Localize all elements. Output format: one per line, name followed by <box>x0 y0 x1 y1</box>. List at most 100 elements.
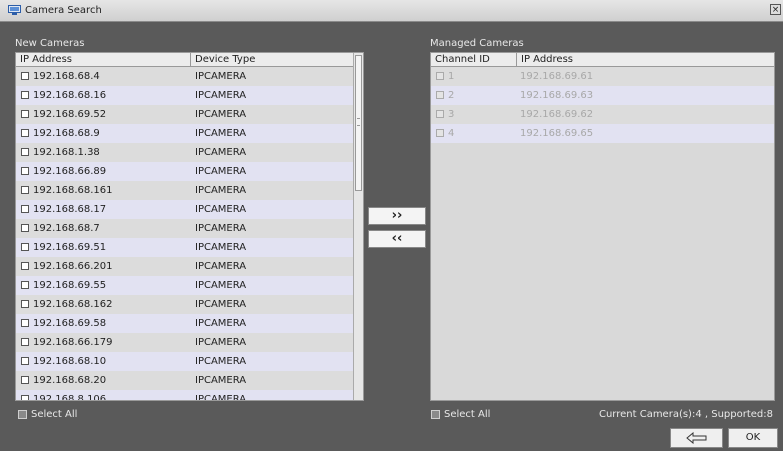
managed-cameras-header: Channel ID IP Address <box>431 53 774 67</box>
new-camera-row-checkbox[interactable] <box>21 319 29 327</box>
managed-camera-row-col2: 192.168.69.65 <box>520 128 594 139</box>
new-camera-row-col1: 192.168.8.106 <box>33 394 107 401</box>
new-camera-row-col2: IPCAMERA <box>195 337 247 348</box>
back-button[interactable] <box>670 428 723 448</box>
new-camera-row-col1: 192.168.66.179 <box>33 337 113 348</box>
managed-camera-row-col1: 1 <box>448 71 455 82</box>
add-camera-button[interactable]: ›› <box>368 207 426 225</box>
new-camera-row[interactable]: 192.168.68.161 IPCAMERA <box>16 181 354 200</box>
new-camera-row-checkbox[interactable] <box>21 129 29 137</box>
new-camera-row-col1: 192.168.68.162 <box>33 299 113 310</box>
new-camera-row-checkbox[interactable] <box>21 281 29 289</box>
new-camera-row-col1: 192.168.68.7 <box>33 223 100 234</box>
new-camera-row-col2: IPCAMERA <box>195 128 247 139</box>
new-camera-row[interactable]: 192.168.68.4 IPCAMERA <box>16 67 354 86</box>
managed-camera-row-col1: 3 <box>448 109 455 120</box>
new-select-all-checkbox[interactable] <box>18 410 27 419</box>
managed-select-all-label: Select All <box>444 409 491 420</box>
new-camera-row-checkbox[interactable] <box>21 167 29 175</box>
new-camera-row-checkbox[interactable] <box>21 148 29 156</box>
column-managed-ip-address[interactable]: IP Address <box>517 53 774 66</box>
new-camera-row-col1: 192.168.68.20 <box>33 375 107 386</box>
new-camera-row-col1: 192.168.66.89 <box>33 166 107 177</box>
new-camera-row[interactable]: 192.168.69.52 IPCAMERA <box>16 105 354 124</box>
new-camera-row-checkbox[interactable] <box>21 262 29 270</box>
new-camera-row-col2: IPCAMERA <box>195 318 247 329</box>
new-camera-row-col1: 192.168.68.17 <box>33 204 107 215</box>
back-arrow-icon <box>685 431 706 445</box>
remove-camera-button[interactable]: ‹‹ <box>368 230 426 248</box>
managed-camera-row-checkbox[interactable] <box>436 91 444 99</box>
new-camera-row-checkbox[interactable] <box>21 338 29 346</box>
managed-camera-row[interactable]: 1 192.168.69.61 <box>431 67 774 86</box>
new-camera-row-checkbox[interactable] <box>21 243 29 251</box>
new-camera-row[interactable]: 192.168.1.38 IPCAMERA <box>16 143 354 162</box>
new-camera-row[interactable]: 192.168.66.201 IPCAMERA <box>16 257 354 276</box>
new-camera-row-checkbox[interactable] <box>21 205 29 213</box>
new-camera-row[interactable]: 192.168.68.10 IPCAMERA <box>16 352 354 371</box>
new-camera-row-checkbox[interactable] <box>21 91 29 99</box>
new-camera-row[interactable]: 192.168.68.16 IPCAMERA <box>16 86 354 105</box>
new-camera-row-col1: 192.168.1.38 <box>33 147 100 158</box>
new-camera-row-col2: IPCAMERA <box>195 375 247 386</box>
scroll-thumb[interactable] <box>355 55 362 191</box>
managed-camera-row[interactable]: 2 192.168.69.63 <box>431 86 774 105</box>
new-camera-row-col1: 192.168.68.16 <box>33 90 107 101</box>
new-camera-row[interactable]: 192.168.68.162 IPCAMERA <box>16 295 354 314</box>
managed-cameras-label: Managed Cameras <box>430 38 524 49</box>
new-camera-row-col1: 192.168.66.201 <box>33 261 113 272</box>
managed-camera-row-checkbox[interactable] <box>436 110 444 118</box>
camera-count-status: Current Camera(s):4 , Supported:8 <box>598 409 773 420</box>
close-icon[interactable]: × <box>770 4 781 15</box>
new-camera-row-col2: IPCAMERA <box>195 299 247 310</box>
managed-cameras-list[interactable]: Channel ID IP Address 1 192.168.69.61 2 192… <box>430 52 775 401</box>
new-camera-row[interactable]: 192.168.66.89 IPCAMERA <box>16 162 354 181</box>
new-camera-row-checkbox[interactable] <box>21 395 29 400</box>
new-cameras-scrollbar[interactable] <box>353 53 363 400</box>
new-camera-row-col2: IPCAMERA <box>195 261 247 272</box>
new-camera-row-col1: 192.168.69.55 <box>33 280 107 291</box>
window-title: Camera Search <box>25 5 102 16</box>
managed-camera-row[interactable]: 4 192.168.69.65 <box>431 124 774 143</box>
new-camera-row-col2: IPCAMERA <box>195 109 247 120</box>
new-camera-row-col2: IPCAMERA <box>195 356 247 367</box>
title-bar: Camera Search × <box>0 0 783 22</box>
scroll-grip-icon <box>357 118 360 126</box>
column-device-type[interactable]: Device Type <box>191 53 354 66</box>
new-camera-row-col2: IPCAMERA <box>195 204 247 215</box>
managed-cameras-rows: 1 192.168.69.61 2 192.168.69.63 3 192.168.69.… <box>431 67 774 143</box>
new-camera-row-checkbox[interactable] <box>21 186 29 194</box>
column-ip-address[interactable]: IP Address <box>16 53 191 66</box>
new-camera-row-col1: 192.168.69.51 <box>33 242 107 253</box>
new-cameras-header: IP Address Device Type <box>16 53 363 67</box>
column-channel-id[interactable]: Channel ID <box>431 53 517 66</box>
camera-search-icon <box>8 5 21 15</box>
new-camera-row[interactable]: 192.168.8.106 IPCAMERA <box>16 390 354 401</box>
new-camera-row-col2: IPCAMERA <box>195 71 247 82</box>
new-camera-row[interactable]: 192.168.68.7 IPCAMERA <box>16 219 354 238</box>
managed-camera-row[interactable]: 3 192.168.69.62 <box>431 105 774 124</box>
new-cameras-list[interactable]: IP Address Device Type 192.168.68.4 IPCAM… <box>15 52 364 401</box>
managed-camera-row-checkbox[interactable] <box>436 129 444 137</box>
new-camera-row[interactable]: 192.168.69.58 IPCAMERA <box>16 314 354 333</box>
new-camera-row-col1: 192.168.68.161 <box>33 185 113 196</box>
managed-camera-row-col1: 2 <box>448 90 455 101</box>
new-camera-row-checkbox[interactable] <box>21 224 29 232</box>
new-camera-row-checkbox[interactable] <box>21 110 29 118</box>
ok-button[interactable]: OK <box>728 428 778 448</box>
managed-select-all-checkbox[interactable] <box>431 410 440 419</box>
new-camera-row[interactable]: 192.168.68.9 IPCAMERA <box>16 124 354 143</box>
managed-camera-row-col2: 192.168.69.61 <box>520 71 594 82</box>
new-camera-row-checkbox[interactable] <box>21 376 29 384</box>
new-camera-row[interactable]: 192.168.69.55 IPCAMERA <box>16 276 354 295</box>
managed-camera-row-checkbox[interactable] <box>436 72 444 80</box>
new-camera-row-col2: IPCAMERA <box>195 147 247 158</box>
new-camera-row-checkbox[interactable] <box>21 300 29 308</box>
new-camera-row[interactable]: 192.168.68.17 IPCAMERA <box>16 200 354 219</box>
new-camera-row[interactable]: 192.168.69.51 IPCAMERA <box>16 238 354 257</box>
new-camera-row-checkbox[interactable] <box>21 72 29 80</box>
new-camera-row[interactable]: 192.168.66.179 IPCAMERA <box>16 333 354 352</box>
new-camera-row[interactable]: 192.168.68.20 IPCAMERA <box>16 371 354 390</box>
new-camera-row-checkbox[interactable] <box>21 357 29 365</box>
new-camera-row-col1: 192.168.69.58 <box>33 318 107 329</box>
